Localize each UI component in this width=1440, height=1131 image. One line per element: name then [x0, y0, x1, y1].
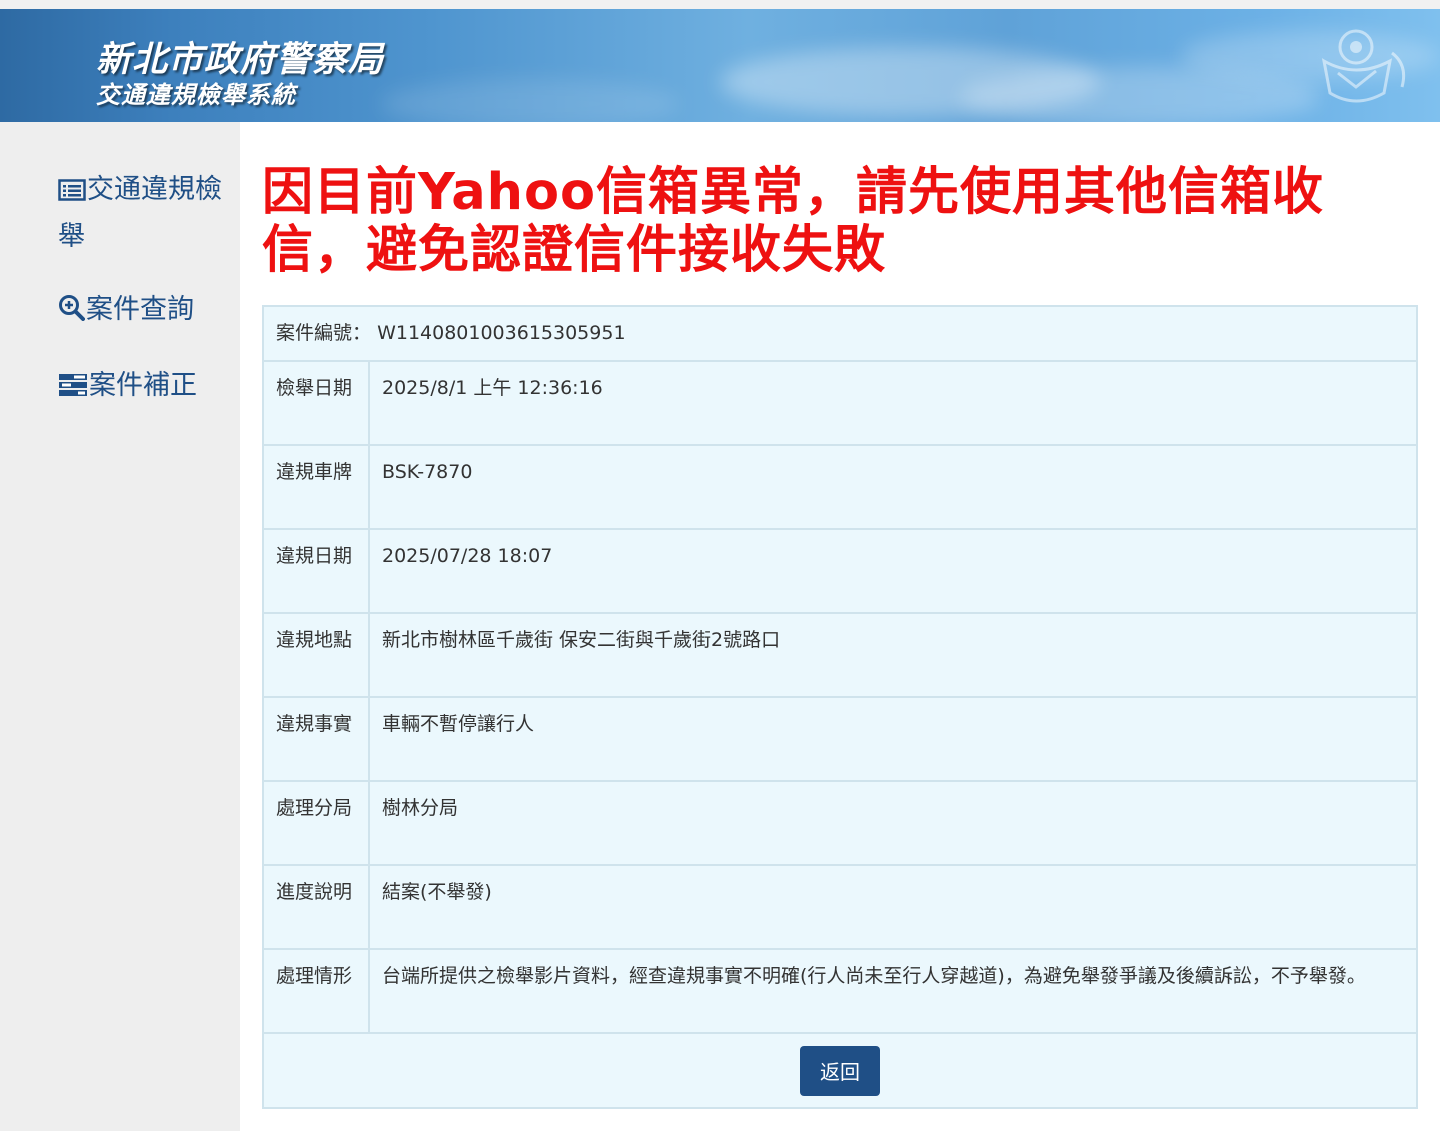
row-value: BSK-7870: [368, 444, 1418, 530]
sidebar-item-label: 案件查詢: [86, 294, 194, 325]
back-button[interactable]: 返回: [800, 1045, 880, 1096]
table-row: 處理分局 樹林分局: [262, 780, 1418, 866]
sidebar-item-case-search[interactable]: 案件查詢: [58, 288, 230, 335]
sidebar-item-label: 案件補正: [89, 370, 197, 401]
police-emblem-icon: [1321, 29, 1406, 103]
site-banner: 新北市政府警察局 交通違規檢舉系統: [0, 9, 1440, 122]
row-value: 台端所提供之檢舉影片資料，經查違規事實不明確(行人尚未至行人穿越道)，為避免舉發…: [368, 948, 1418, 1034]
row-label: 違規車牌: [262, 444, 370, 530]
row-value: 新北市樹林區千歲街 保安二街與千歲街2號路口: [368, 612, 1418, 698]
table-row: 違規日期 2025/07/28 18:07: [262, 528, 1418, 614]
row-label: 違規事實: [262, 696, 370, 782]
tasks-icon: [58, 367, 88, 411]
case-detail-table: 案件編號： W1140801003615305951 檢舉日期 2025/8/1…: [262, 305, 1418, 1109]
row-label: 違規日期: [262, 528, 370, 614]
table-row: 處理情形 台端所提供之檢舉影片資料，經查違規事實不明確(行人尚未至行人穿越道)，…: [262, 948, 1418, 1034]
list-icon: [58, 171, 86, 215]
table-row: 違規事實 車輛不暫停讓行人: [262, 696, 1418, 782]
search-plus-icon: [58, 291, 85, 335]
sidebar-item-report[interactable]: 交通違規檢舉: [58, 168, 230, 259]
button-cell: 返回: [262, 1032, 1418, 1109]
row-value: 車輛不暫停讓行人: [368, 696, 1418, 782]
row-label: 進度說明: [262, 864, 370, 950]
row-value: 2025/8/1 上午 12:36:16: [368, 360, 1418, 446]
notice-banner: 因目前Yahoo信箱異常，請先使用其他信箱收信，避免認證信件接收失敗: [262, 163, 1325, 280]
table-row: 違規車牌 BSK-7870: [262, 444, 1418, 530]
table-row: 進度說明 結案(不舉發): [262, 864, 1418, 950]
case-number-value: W1140801003615305951: [377, 322, 626, 344]
top-strip: [0, 0, 1440, 9]
site-subtitle: 交通違規檢舉系統: [96, 81, 296, 109]
table-row: 返回: [262, 1032, 1418, 1109]
sidebar-item-case-correction[interactable]: 案件補正: [58, 364, 230, 411]
row-label: 檢舉日期: [262, 360, 370, 446]
row-label: 違規地點: [262, 612, 370, 698]
row-value: 結案(不舉發): [368, 864, 1418, 950]
row-value: 2025/07/28 18:07: [368, 528, 1418, 614]
row-label: 處理分局: [262, 780, 370, 866]
row-label: 處理情形: [262, 948, 370, 1034]
sidebar-nav: 交通違規檢舉 案件查詢 案件補正: [0, 122, 240, 1131]
case-number-label: 案件編號：: [276, 322, 372, 344]
table-row: 檢舉日期 2025/8/1 上午 12:36:16: [262, 360, 1418, 446]
banner-cloud: [380, 79, 680, 122]
row-value: 樹林分局: [368, 780, 1418, 866]
table-row: 違規地點 新北市樹林區千歲街 保安二街與千歲街2號路口: [262, 612, 1418, 698]
main-content: 因目前Yahoo信箱異常，請先使用其他信箱收信，避免認證信件接收失敗 案件編號：…: [240, 122, 1440, 1131]
case-number: 案件編號： W1140801003615305951: [262, 305, 1418, 362]
table-row: 案件編號： W1140801003615305951: [262, 305, 1418, 362]
